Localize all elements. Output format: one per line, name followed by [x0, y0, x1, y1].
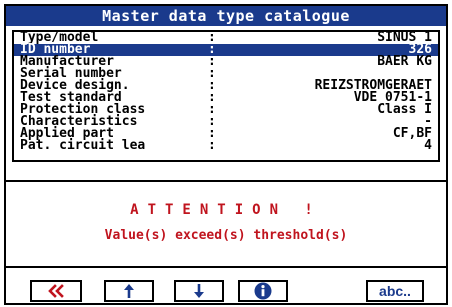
field-value: BAER KG	[377, 54, 432, 69]
window-title: Master data type catalogue	[6, 6, 446, 26]
field-value: 4	[424, 138, 432, 153]
back-button[interactable]	[30, 280, 82, 302]
info-button[interactable]	[238, 280, 288, 302]
scroll-down-button[interactable]	[174, 280, 224, 302]
info-icon	[254, 282, 272, 300]
device-screen: Master data type catalogue Type/model : …	[4, 4, 448, 305]
alert-panel: ATTENTION ! Value(s) exceed(s) threshold…	[10, 192, 442, 256]
alert-heading: ATTENTION !	[130, 202, 322, 218]
divider-bottom	[6, 266, 446, 268]
field-list[interactable]: Type/model : SINUS 1 ID number : 326 Man…	[12, 30, 440, 162]
keyboard-button[interactable]: abc..	[366, 280, 424, 302]
field-label: Pat. circuit lea	[20, 138, 146, 153]
divider-top	[6, 180, 446, 182]
double-left-icon	[46, 284, 66, 298]
alert-message: Value(s) exceed(s) threshold(s)	[104, 228, 348, 243]
arrow-down-icon	[192, 283, 206, 299]
field-row-pat-circuit-lead[interactable]: Pat. circuit lea : 4	[14, 138, 438, 153]
arrow-up-icon	[122, 283, 136, 299]
field-colon: :	[208, 138, 216, 153]
scroll-up-button[interactable]	[104, 280, 154, 302]
